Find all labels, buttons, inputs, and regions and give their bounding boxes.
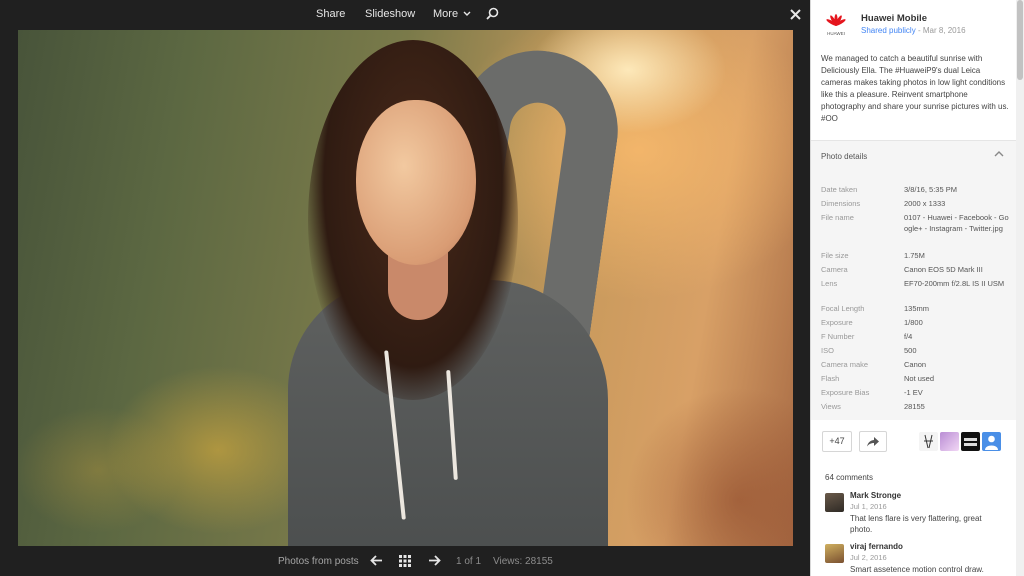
photo-subject-face (356, 100, 476, 265)
comments-count: 64 comments (825, 473, 874, 482)
detail-key: Views (821, 402, 841, 411)
more-label: More (433, 8, 459, 20)
scrollbar-thumb[interactable] (1017, 0, 1023, 80)
photo-counter: 1 of 1 (456, 556, 482, 567)
plusser-avatar[interactable] (982, 432, 1001, 451)
share-post-button[interactable] (859, 431, 887, 452)
post-text: We managed to catch a beautiful sunrise … (821, 54, 1009, 123)
plus-one-button[interactable]: +47 (822, 431, 852, 452)
detail-value: Canon EOS 5D Mark III (904, 265, 983, 274)
detail-key: Date taken (821, 185, 858, 194)
detail-value: 2000 x 1333 (904, 199, 946, 208)
arrow-left-icon[interactable] (370, 555, 383, 566)
grid-icon[interactable] (399, 555, 411, 567)
detail-value: 500 (904, 346, 917, 355)
post-author-link[interactable]: Huawei Mobile (861, 13, 927, 24)
detail-key: Focal Length (821, 304, 865, 313)
commenter-avatar[interactable] (825, 493, 844, 512)
detail-value: Canon (904, 360, 927, 369)
detail-value: f/4 (904, 332, 913, 341)
detail-value: 135mm (904, 304, 930, 313)
detail-value: 0107 - Huawei - Facebook - Google+ - Ins… (904, 213, 1009, 233)
share-button[interactable]: Share (316, 8, 345, 20)
info-panel: HUAWEI Huawei Mobile Shared publicly - M… (810, 0, 1024, 576)
chevron-up-icon[interactable] (994, 150, 1004, 157)
detail-key: Flash (821, 374, 840, 383)
post-date[interactable]: Mar 8, 2016 (923, 26, 966, 35)
close-icon[interactable] (790, 9, 801, 20)
detail-key: Lens (821, 279, 838, 288)
detail-value: Not used (904, 374, 935, 383)
main-photo[interactable] (18, 30, 793, 546)
commenter-avatar[interactable] (825, 544, 844, 563)
share-arrow-icon (867, 437, 879, 447)
comment-text: That lens flare is very flattering, grea… (850, 514, 982, 534)
detail-value: 3/8/16, 5:35 PM (904, 185, 957, 194)
plusser-avatar[interactable] (919, 432, 938, 451)
detail-key: File name (821, 213, 854, 222)
detail-value: 1/800 (904, 318, 923, 327)
detail-key: Exposure Bias (821, 388, 870, 397)
commenter-name[interactable]: Mark Stronge (850, 491, 901, 500)
photos-from-posts-link[interactable]: Photos from posts (278, 556, 359, 567)
detail-value: 28155 (904, 402, 925, 411)
plusser-avatar[interactable] (961, 432, 980, 451)
post-meta: Shared publicly - Mar 8, 2016 (861, 26, 966, 35)
detail-value: EF70-200mm f/2.8L IS II USM (904, 279, 1005, 288)
comment-date[interactable]: Jul 2, 2016 (850, 553, 887, 562)
detail-key: ISO (821, 346, 834, 355)
views-count: Views: 28155 (493, 556, 553, 567)
detail-key: Camera (821, 265, 848, 274)
photo-details-title: Photo details (821, 152, 868, 161)
visibility-link[interactable]: Shared publicly (861, 26, 916, 35)
plusser-avatar[interactable] (940, 432, 959, 451)
detail-key: Camera make (821, 360, 869, 369)
detail-key: File size (821, 251, 849, 260)
chevron-down-icon (463, 11, 471, 16)
more-button[interactable]: More (433, 8, 471, 20)
photo-viewer: Share Slideshow More Photos from posts 1… (0, 0, 810, 576)
commenter-name[interactable]: viraj fernando (850, 542, 903, 551)
detail-key: Exposure (821, 318, 853, 327)
comment-date[interactable]: Jul 1, 2016 (850, 502, 887, 511)
photo-details-section: Photo details Date taken 3/8/16, 5:35 PM D… (811, 140, 1017, 420)
viewer-toolbar: Share Slideshow More (0, 0, 810, 30)
post-header: HUAWEI Huawei Mobile Shared publicly - M… (811, 0, 1017, 46)
zoom-icon[interactable] (486, 7, 499, 20)
detail-key: F Number (821, 332, 855, 341)
huawei-logo[interactable]: HUAWEI (823, 12, 849, 36)
slideshow-button[interactable]: Slideshow (365, 8, 415, 20)
detail-value: 1.75M (904, 251, 925, 260)
comment-text: Smart assetence motion control draw. (850, 565, 984, 574)
detail-value: -1 EV (904, 388, 923, 397)
viewer-bottom-bar: Photos from posts 1 of 1 Views: 28155 (0, 546, 810, 576)
arrow-right-icon[interactable] (428, 555, 441, 566)
panel-scrollbar[interactable] (1016, 0, 1024, 576)
detail-key: Dimensions (821, 199, 861, 208)
logo-text: HUAWEI (827, 31, 845, 36)
